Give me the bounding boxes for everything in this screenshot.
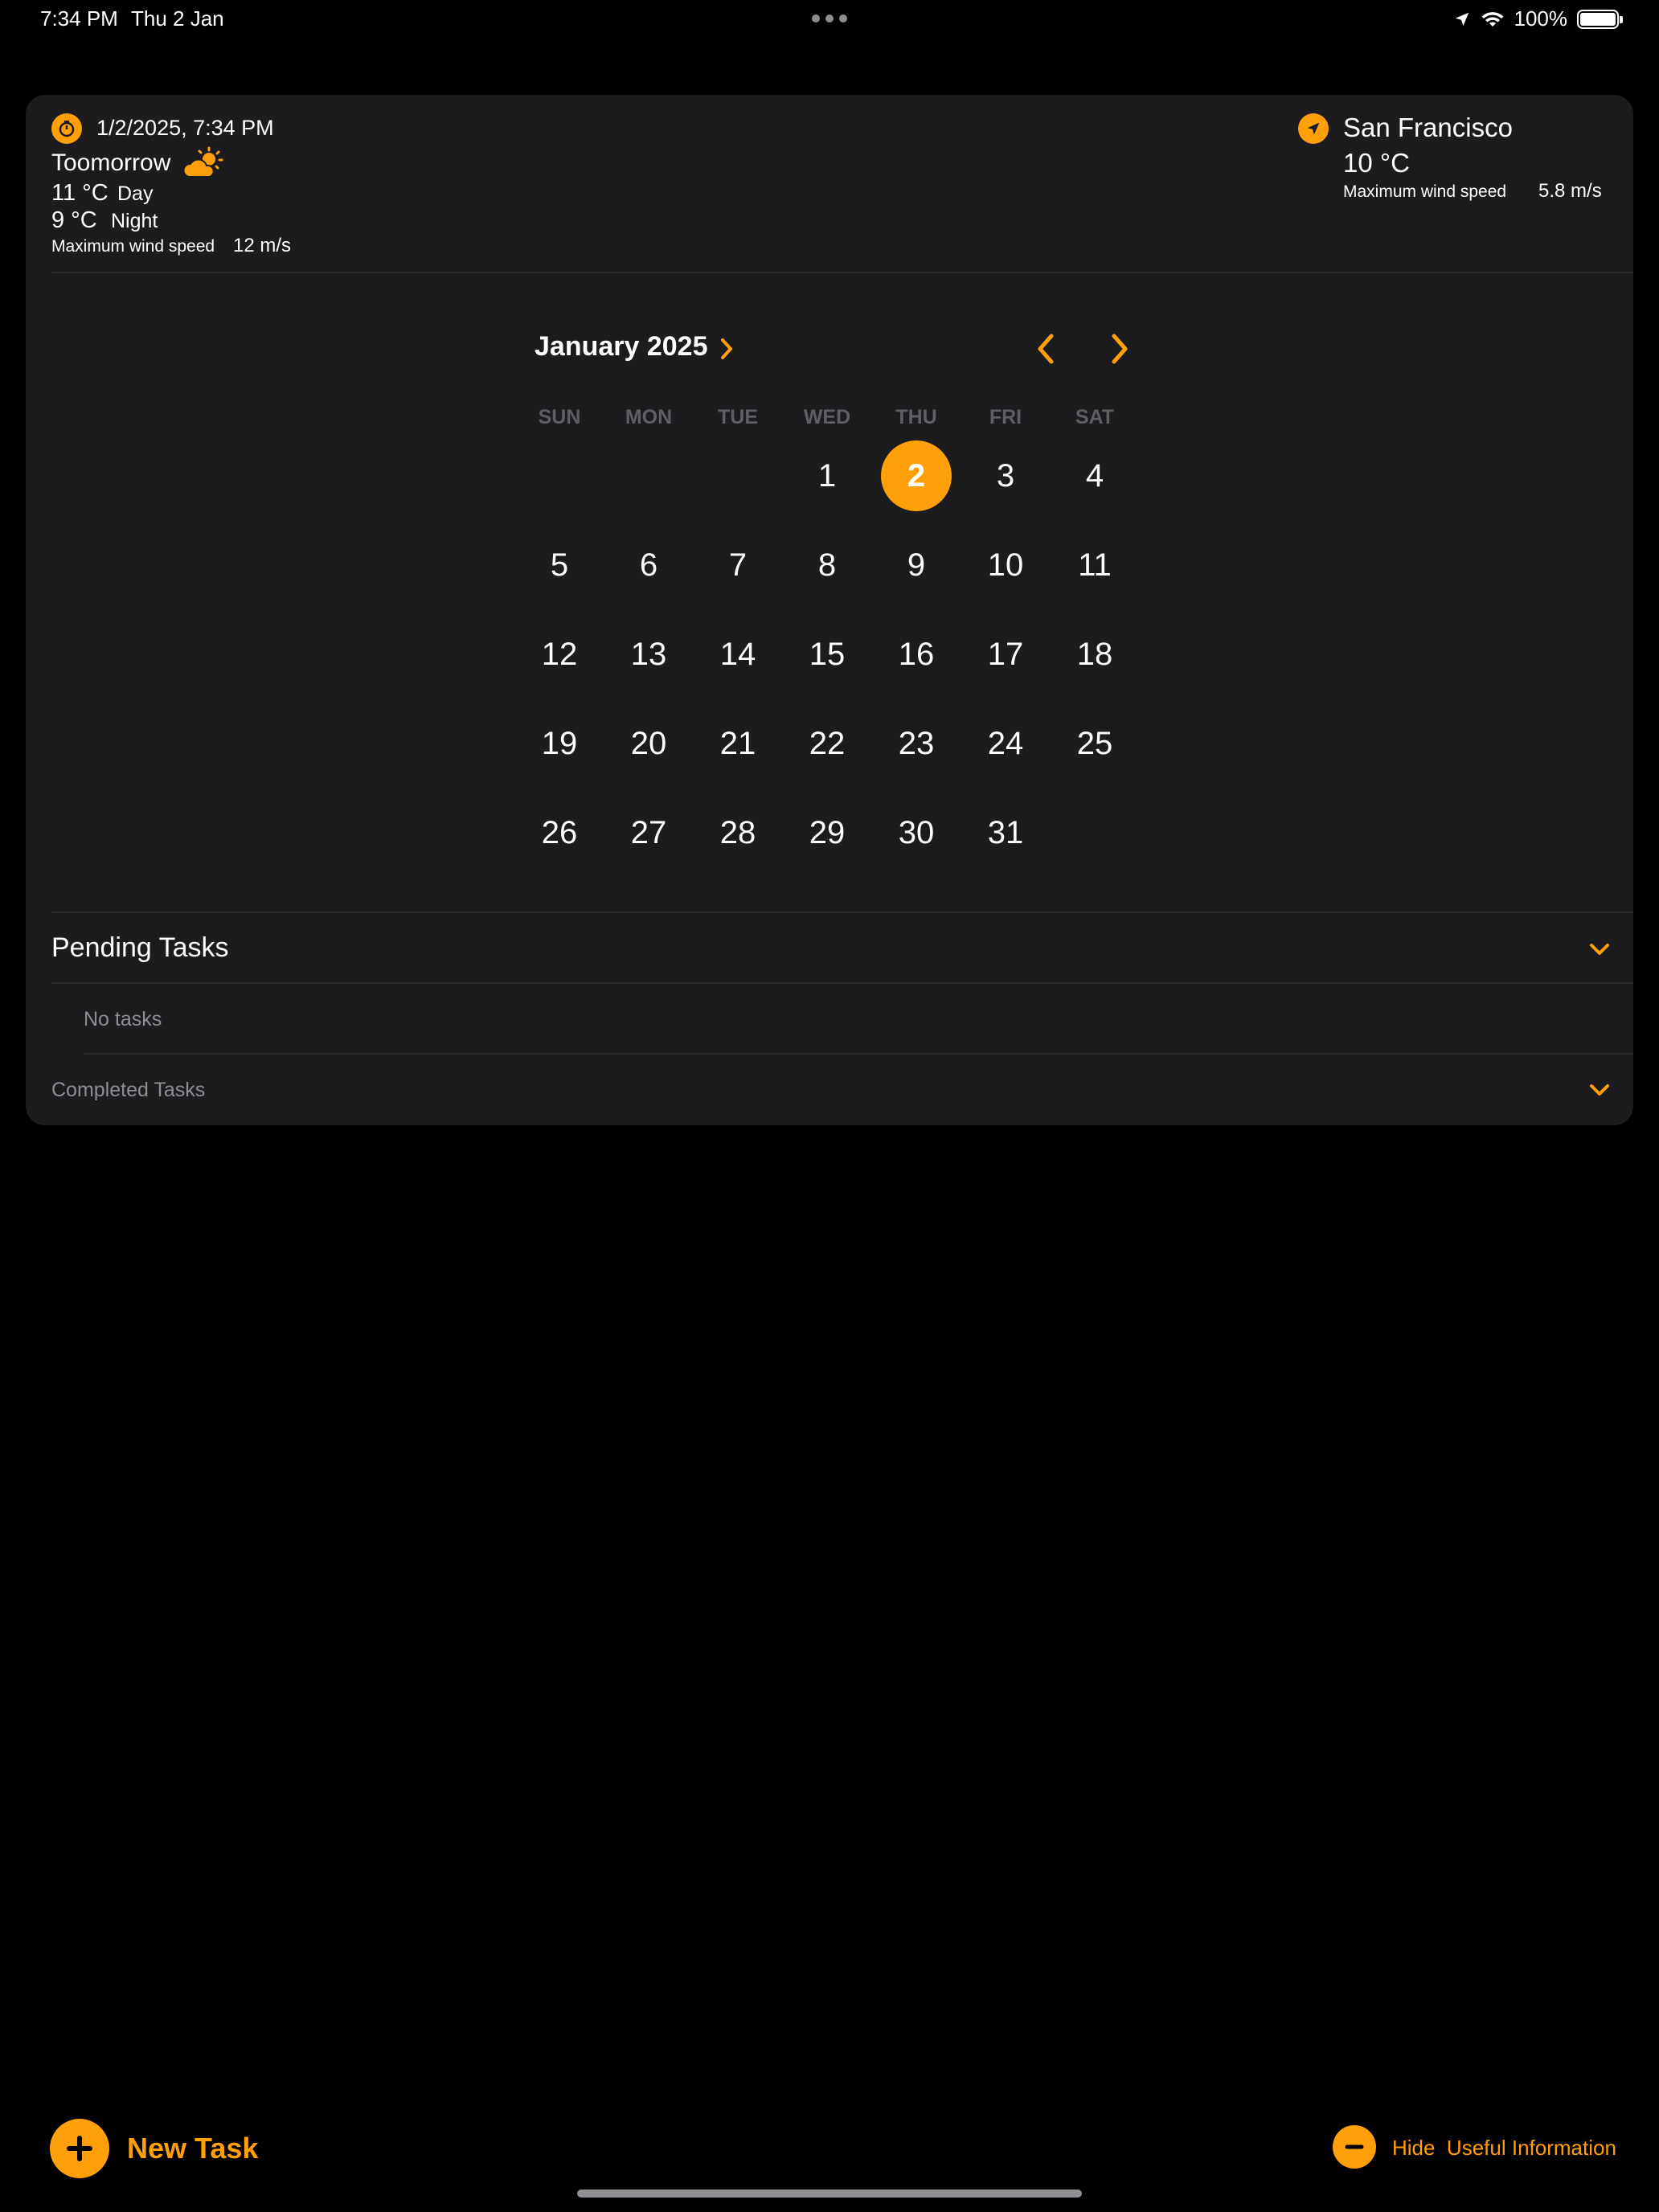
location-wind-label: Maximum wind speed [1343,182,1507,201]
calendar-day-selected[interactable]: 2 [881,440,952,511]
status-time: 7:34 PM [40,6,118,31]
weekday-label: WED [803,406,851,428]
weekday-label: FRI [989,406,1022,428]
weekday-label: TUE [718,406,758,428]
status-date: Thu 2 Jan [131,6,224,31]
wind-speed-label: Maximum wind speed [51,237,215,256]
location-wind-value: 5.8 m/s [1538,180,1602,202]
calendar-day[interactable]: 21 [698,719,778,768]
calendar-day[interactable]: 26 [519,809,600,857]
calendar-day[interactable]: 9 [876,541,956,589]
calendar-day[interactable]: 31 [965,809,1046,857]
month-title[interactable]: January 2025 [535,331,708,363]
no-tasks-divider [84,1053,1633,1055]
calendar-divider [51,911,1633,913]
calendar-day[interactable]: 30 [876,809,956,857]
next-month-button[interactable] [1108,331,1132,367]
calendar-day[interactable]: 20 [608,719,689,768]
calendar-day[interactable]: 19 [519,719,600,768]
calendar-day[interactable]: 6 [608,541,689,589]
location-temp: 10 °C [1343,148,1410,178]
calendar-day[interactable]: 7 [698,541,778,589]
new-task-button[interactable]: New Task [127,2132,258,2165]
battery-percent: 100% [1514,6,1568,31]
hide-minus-icon[interactable] [1333,2125,1376,2169]
calendar-day[interactable]: 14 [698,630,778,678]
calendar-day[interactable]: 15 [787,630,867,678]
calendar-day[interactable]: 16 [876,630,956,678]
calendar-day[interactable]: 24 [965,719,1046,768]
pending-tasks-title[interactable]: Pending Tasks [51,932,229,964]
weather-datetime: 1/2/2025, 7:34 PM [96,116,274,140]
calendar-day[interactable]: 1 [787,452,867,500]
status-indicators: 100% [1453,6,1623,31]
location-arrow-icon [1298,113,1329,144]
no-tasks-text: No tasks [84,1008,162,1030]
calendar-day[interactable]: 3 [965,452,1046,500]
home-indicator[interactable] [577,2189,1082,2198]
day-label: Day [117,182,154,205]
completed-tasks-title[interactable]: Completed Tasks [51,1079,205,1102]
pending-divider [51,982,1633,984]
calendar-day[interactable]: 4 [1055,452,1135,500]
cloud-sun-icon [183,146,223,178]
calendar-day[interactable]: 27 [608,809,689,857]
weather-divider [51,272,1633,273]
calendar-day[interactable]: 10 [965,541,1046,589]
night-label: Night [111,210,158,232]
calendar-day[interactable]: 5 [519,541,600,589]
multitasking-dots-icon[interactable] [812,14,847,23]
calendar-day[interactable]: 18 [1055,630,1135,678]
location-city: San Francisco [1343,113,1513,142]
weekday-label: THU [895,406,937,428]
calendar-day[interactable]: 29 [787,809,867,857]
calendar-day[interactable]: 23 [876,719,956,768]
calendar-day[interactable]: 25 [1055,719,1135,768]
completed-tasks-chevron-icon[interactable] [1588,1079,1611,1101]
timer-icon [51,113,82,144]
calendar-day[interactable]: 8 [787,541,867,589]
calendar-day[interactable]: 22 [787,719,867,768]
calendar-day[interactable]: 28 [698,809,778,857]
weekday-label: SUN [538,406,581,428]
pending-tasks-chevron-icon[interactable] [1588,938,1611,961]
calendar-day[interactable]: 12 [519,630,600,678]
wifi-icon [1481,11,1503,27]
weekday-label: SAT [1075,406,1115,428]
calendar-day[interactable]: 13 [608,630,689,678]
month-picker-chevron-icon[interactable] [719,337,735,361]
weather-forecast-label: Toomorrow [51,150,171,176]
weekday-label: MON [625,406,673,428]
location-services-icon [1455,12,1469,26]
previous-month-button[interactable] [1034,331,1058,367]
calendar-day[interactable]: 17 [965,630,1046,678]
new-task-plus-icon[interactable] [50,2119,109,2178]
hide-useful-information-button[interactable]: Hide Useful Information [1392,2136,1616,2161]
calendar-day[interactable]: 11 [1055,541,1135,589]
battery-icon [1577,9,1623,29]
wind-speed-value: 12 m/s [233,235,292,256]
day-temp: 11 °C [51,180,109,206]
night-temp: 9 °C [51,207,97,233]
